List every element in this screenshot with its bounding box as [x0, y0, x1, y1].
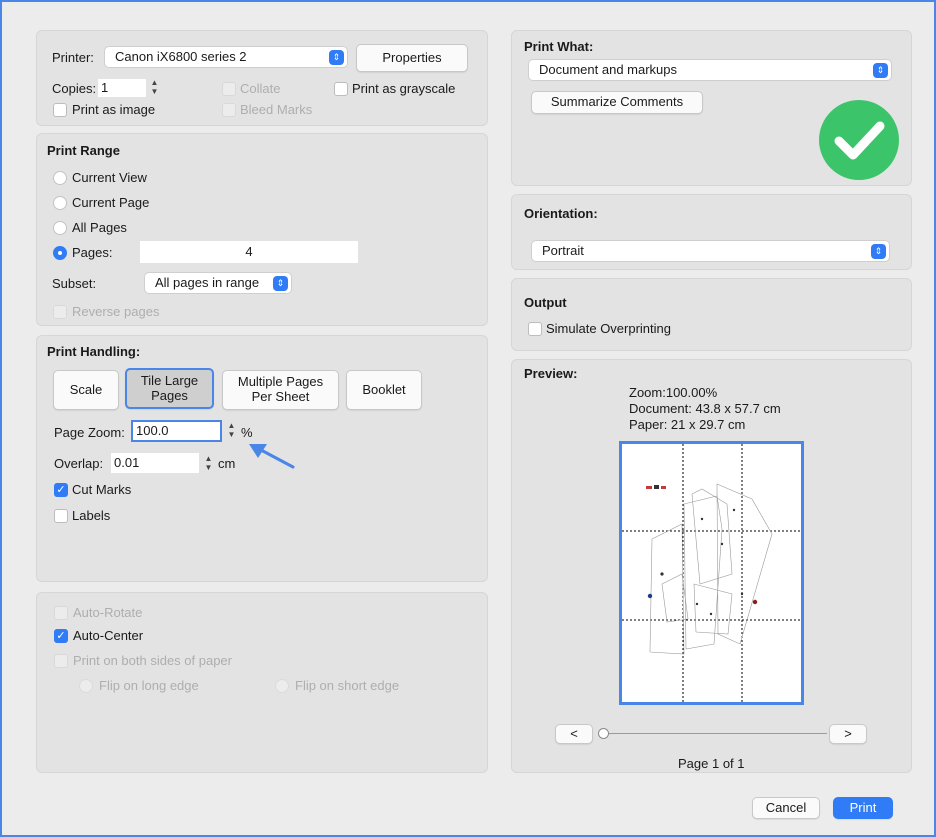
pages-radio[interactable]: [53, 246, 67, 260]
output-panel: [511, 278, 912, 351]
printer-label: Printer:: [52, 50, 94, 65]
output-title: Output: [524, 295, 567, 310]
overlap-field[interactable]: 0.01: [111, 453, 199, 473]
collate-label: Collate: [240, 81, 281, 96]
page-zoom-label: Page Zoom:: [54, 425, 125, 440]
subset-selected: All pages in range: [155, 275, 260, 290]
cut-marks-label: Cut Marks: [72, 482, 132, 497]
page-slider-track[interactable]: [605, 733, 827, 734]
subset-select[interactable]: All pages in range ⇕: [144, 272, 292, 294]
print-what-title: Print What:: [524, 39, 594, 54]
current-page-radio[interactable]: [53, 196, 67, 210]
reverse-pages-label: Reverse pages: [72, 304, 160, 319]
simulate-overprinting-label: Simulate Overprinting: [546, 321, 671, 336]
print-as-image-checkbox[interactable]: [53, 103, 67, 117]
print-button[interactable]: Print: [833, 797, 893, 819]
overlap-unit: cm: [218, 456, 236, 471]
subset-label: Subset:: [52, 276, 97, 291]
previous-page-button[interactable]: <: [555, 724, 593, 744]
copies-label: Copies:: [52, 81, 97, 96]
page-zoom-field[interactable]: 100.0: [131, 420, 222, 442]
both-sides-checkbox[interactable]: [54, 654, 68, 668]
booklet-button[interactable]: Booklet: [346, 370, 422, 410]
print-what-select[interactable]: Document and markups ⇕: [528, 59, 892, 81]
page-zoom-unit: %: [241, 425, 253, 440]
cancel-button[interactable]: Cancel: [752, 797, 820, 819]
orientation-selected: Portrait: [542, 243, 584, 258]
orientation-title: Orientation:: [524, 206, 598, 221]
preview-zoom: Zoom:100.00%: [629, 385, 718, 400]
overlap-label: Overlap:: [54, 456, 104, 471]
print-handling-title: Print Handling:: [47, 344, 141, 359]
print-grayscale-label: Print as grayscale: [352, 81, 456, 96]
copies-stepper[interactable]: ▲ ▼: [149, 78, 160, 98]
summarize-comments-button[interactable]: Summarize Comments: [531, 91, 703, 114]
tile-large-pages-button[interactable]: Tile Large Pages: [125, 368, 214, 409]
chevron-updown-icon: ⇕: [273, 276, 288, 291]
all-pages-radio[interactable]: [53, 221, 67, 235]
tiled-pattern-preview: [622, 444, 801, 702]
copies-field[interactable]: 1: [98, 79, 146, 97]
bleed-marks-checkbox[interactable]: [222, 103, 236, 117]
chevron-updown-icon: ⇕: [871, 244, 886, 259]
flip-long-label: Flip on long edge: [99, 678, 199, 693]
auto-rotate-label: Auto-Rotate: [73, 605, 143, 620]
labels-checkbox[interactable]: [54, 509, 68, 523]
page-info: Page 1 of 1: [678, 756, 745, 771]
collate-checkbox[interactable]: [222, 82, 236, 96]
pages-field[interactable]: 4: [140, 241, 358, 263]
current-view-label: Current View: [72, 170, 147, 185]
print-what-selected: Document and markups: [539, 62, 678, 77]
overlap-stepper[interactable]: ▲ ▼: [203, 454, 214, 474]
pages-value: 4: [245, 244, 253, 259]
current-page-label: Current Page: [72, 195, 150, 210]
chevron-updown-icon: ⇕: [329, 50, 344, 65]
page-zoom-stepper[interactable]: ▲ ▼: [226, 421, 237, 441]
simulate-overprinting-checkbox[interactable]: [528, 322, 542, 336]
page-slider-thumb[interactable]: [598, 728, 609, 739]
reverse-pages-checkbox[interactable]: [53, 305, 67, 319]
print-range-title: Print Range: [47, 143, 120, 158]
multiple-pages-button[interactable]: Multiple Pages Per Sheet: [222, 370, 339, 410]
checkmark-badge-icon: [819, 100, 899, 180]
print-as-image-label: Print as image: [72, 102, 156, 117]
flip-long-radio[interactable]: [79, 679, 93, 693]
printer-select[interactable]: Canon iX6800 series 2 ⇕: [104, 46, 348, 68]
current-view-radio[interactable]: [53, 171, 67, 185]
next-page-button[interactable]: >: [829, 724, 867, 744]
labels-label: Labels: [72, 508, 111, 523]
auto-rotate-checkbox[interactable]: [54, 606, 68, 620]
printer-selected: Canon iX6800 series 2: [115, 49, 247, 64]
flip-short-radio[interactable]: [275, 679, 289, 693]
arrow-annotation: [249, 444, 295, 469]
both-sides-label: Print on both sides of paper: [73, 653, 232, 668]
flip-short-label: Flip on short edge: [295, 678, 400, 693]
orientation-select[interactable]: Portrait ⇕: [531, 240, 890, 262]
chevron-updown-icon: ⇕: [873, 63, 888, 78]
all-pages-label: All Pages: [72, 220, 127, 235]
preview-page: [619, 441, 804, 705]
preview-title: Preview:: [524, 366, 578, 381]
bleed-marks-label: Bleed Marks: [240, 102, 313, 117]
auto-center-label: Auto-Center: [73, 628, 144, 643]
preview-document-size: Document: 43.8 x 57.7 cm: [629, 401, 781, 416]
auto-center-checkbox[interactable]: ✓: [54, 629, 68, 643]
scale-button[interactable]: Scale: [53, 370, 119, 410]
print-grayscale-checkbox[interactable]: [334, 82, 348, 96]
cut-marks-checkbox[interactable]: ✓: [54, 483, 68, 497]
pages-label: Pages:: [72, 245, 113, 260]
preview-paper-size: Paper: 21 x 29.7 cm: [629, 417, 746, 432]
properties-button[interactable]: Properties: [356, 44, 468, 72]
